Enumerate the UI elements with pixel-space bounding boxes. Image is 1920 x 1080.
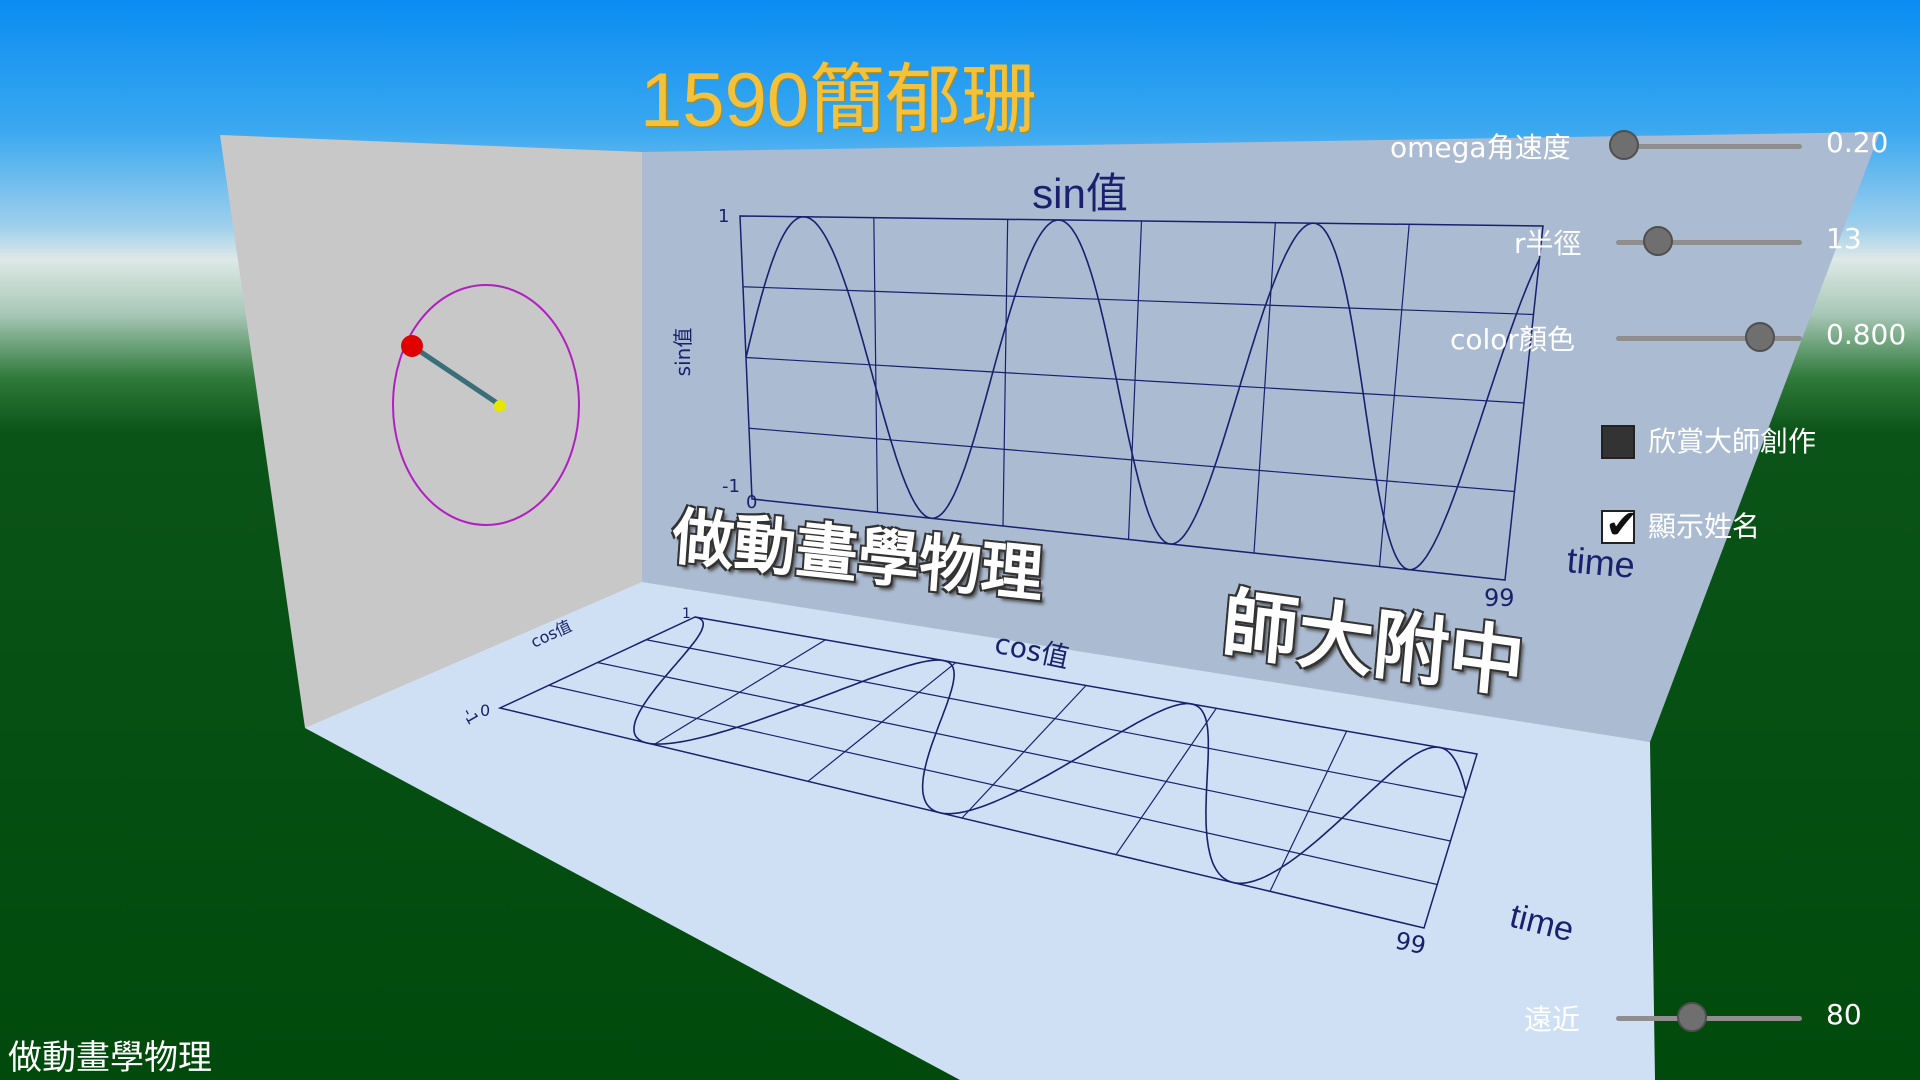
radius-label: r半徑 [1514, 227, 1582, 260]
sin-chart-title: sin值 [1032, 170, 1128, 217]
masterpiece-checkbox[interactable] [1601, 425, 1635, 459]
distance-label: 遠近 [1524, 1003, 1581, 1036]
color-value: 0.800 [1826, 318, 1907, 351]
distance-slider-thumb[interactable] [1677, 1002, 1707, 1032]
page-title: 1590簡郁珊 [640, 58, 1038, 143]
distance-slider-track [1616, 1016, 1802, 1021]
distance-value: 80 [1826, 998, 1862, 1031]
radius-slider[interactable] [1616, 222, 1802, 262]
color-slider-thumb[interactable] [1745, 322, 1775, 352]
masterpiece-label: 欣賞大師創作 [1648, 425, 1817, 458]
omega-slider[interactable] [1609, 126, 1802, 166]
cos-chart-x-min-tick: 0 [480, 701, 490, 720]
omega-label: omega角速度 [1390, 131, 1571, 164]
checkmark-icon: ✔ [1605, 502, 1639, 548]
omega-slider-thumb[interactable] [1609, 130, 1639, 160]
radius-value: 13 [1826, 222, 1862, 255]
radius-slider-thumb[interactable] [1643, 226, 1673, 256]
sin-chart-y-max-tick: 1 [718, 206, 729, 227]
show-name-label: 顯示姓名 [1648, 510, 1761, 543]
color-slider[interactable] [1616, 318, 1802, 358]
color-label: color顏色 [1450, 323, 1575, 356]
center-pivot [494, 400, 506, 412]
omega-slider-track [1616, 144, 1802, 149]
footer-caption: 做動畫學物理 [8, 1038, 212, 1078]
sin-chart-ylabel: sin值 [671, 328, 695, 377]
show-name-checkbox[interactable]: ✔ [1601, 502, 1639, 548]
rotating-ball [401, 335, 423, 357]
distance-slider[interactable] [1616, 998, 1802, 1038]
omega-value: 0.20 [1826, 126, 1889, 159]
